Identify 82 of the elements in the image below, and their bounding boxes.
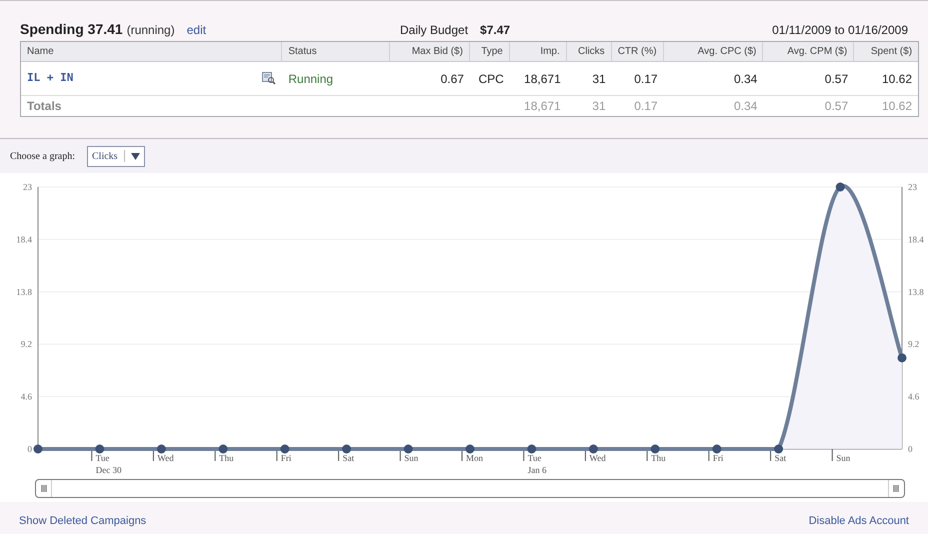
table-cell-text: 0.34 [732,70,758,88]
data-point [342,444,352,454]
data-point [34,444,42,454]
budget-value: $7.47 [480,22,510,39]
data-point [588,444,598,454]
column-header: Max Bid ($) [390,42,470,62]
column-header: Avg. CPC ($) [664,42,764,62]
x-axis-label: Sat [342,453,354,463]
column-header: Type [470,42,510,62]
table-cell-text: 0.34 [732,98,758,115]
range-scrollbar[interactable] [35,479,905,498]
y-axis-label: 13.8 [908,286,924,297]
x-axis-label: Fri [712,453,724,463]
disable-account-link[interactable]: Disable Ads Account [808,513,909,530]
column-header: Spent ($) [870,44,914,58]
x-axis-label: Tue [96,453,110,463]
data-point [774,444,784,454]
data-point [404,444,413,454]
status-text: Running [287,70,334,88]
data-point [156,444,166,454]
column-header: CTR (%) [612,42,664,62]
data-point [898,353,906,362]
x-axis-label: Jan 6 [528,465,546,475]
totals-label: Totals [26,98,62,115]
table-cell-text: 10.62 [880,70,913,88]
y-axis-label: 0 [28,444,32,454]
date-range: 01/11/2009 to 01/16/2009 [772,22,908,39]
column-header: Name [21,42,282,62]
table-cell-text: 0.17 [633,98,659,115]
budget-label: Daily Budget [400,22,468,39]
x-axis-label: Sat [774,453,786,463]
x-axis-label: Mon [466,453,484,463]
table-cell-text: 10.62 [880,98,914,115]
y-axis-label: 4.6 [908,392,920,402]
column-header: Avg. CPM ($) [763,42,854,62]
show-deleted-link[interactable]: Show Deleted Campaigns [19,513,146,530]
y-axis-label: 9.2 [908,339,920,350]
table-cell-text: 0.17 [633,70,659,88]
data-point [527,444,536,454]
x-axis-label: Thu [219,453,234,463]
data-point [650,444,660,454]
data-point [712,444,722,454]
graph-dropdown[interactable]: Clicks [87,146,145,166]
data-point [95,444,104,454]
y-axis-label: 18.4 [16,234,32,244]
x-axis-label: Thu [651,453,666,463]
column-header: Imp. [510,42,567,62]
table-cell-text: 31 [591,70,607,88]
x-axis-label: Tue [528,453,542,463]
x-axis-label: Wed [157,453,174,463]
data-point [466,444,474,454]
x-axis-label: Wed [589,453,606,463]
y-axis-label: 18.4 [908,234,924,244]
x-axis-label: Sun [404,453,418,463]
x-axis-label: Dec 30 [96,465,122,475]
table-cell-text: 0.67 [440,70,465,88]
y-axis-label: 0 [908,444,912,454]
edit-link[interactable]: edit [186,21,206,39]
table-cell-text: 0.57 [824,98,850,115]
table-cell-text: 31 [591,98,607,115]
y-axis-label: 4.6 [20,392,32,402]
y-axis-label: 13.8 [16,286,32,297]
column-header: Status [282,42,390,62]
table-cell-text: 18,671 [523,98,562,115]
y-axis-label: 9.2 [20,339,32,350]
data-point [280,444,290,454]
table-cell-text: 0.57 [824,70,850,88]
graph-picker-label: Choose a graph: [10,150,75,164]
campaign-title: Spending 37.41 [20,20,123,39]
x-axis-label: Fri [280,453,292,463]
x-axis-label: Sun [836,453,850,463]
campaign-name-link[interactable]: IL + IN [27,70,74,87]
data-point [218,444,228,454]
column-header: Clicks [566,42,612,62]
campaign-state: (running) [126,22,175,39]
y-axis-label: 23 [23,182,32,192]
caret-icon [130,152,140,160]
table-cell-text: 18,671 [523,70,562,88]
data-point [836,182,845,192]
report-icon[interactable] [262,72,276,85]
y-axis-label: 23 [908,182,917,192]
table-cell-text: CPC [478,70,505,88]
